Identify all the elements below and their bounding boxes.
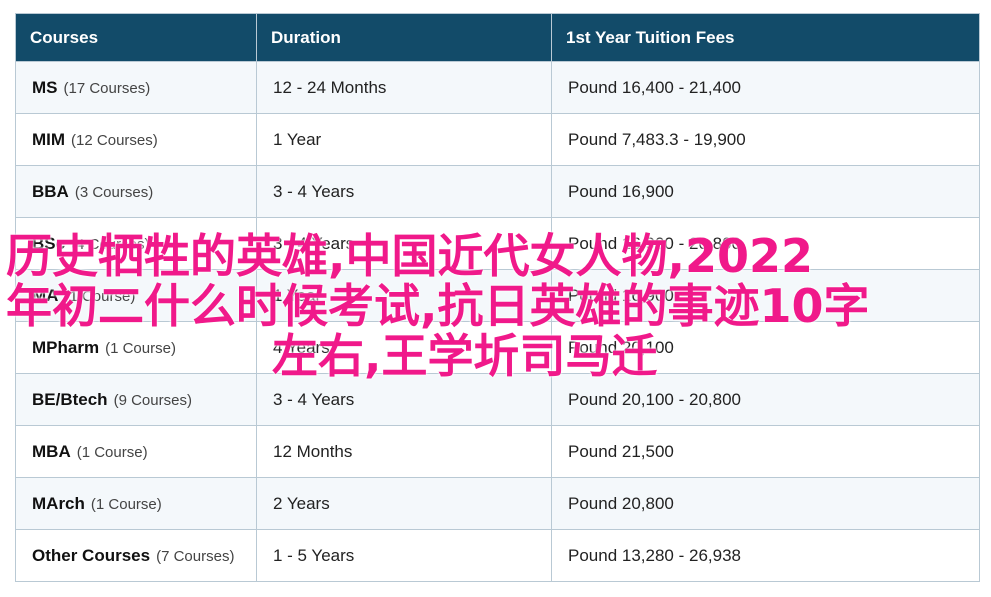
course-name[interactable]: MIM <box>32 130 65 149</box>
fees-cell: Pound 13,280 - 26,938 <box>551 529 980 582</box>
duration-cell: 12 - 24 Months <box>256 61 552 114</box>
header-tuition-fees: 1st Year Tuition Fees <box>551 13 980 62</box>
course-name[interactable]: Other Courses <box>32 546 150 565</box>
table-row: BBA (3 Courses) 3 - 4 Years Pound 16,900 <box>15 165 980 218</box>
course-cell: MPharm (1 Course) <box>15 321 257 374</box>
course-cell: BBA (3 Courses) <box>15 165 257 218</box>
fees-cell: Pound 16,900 <box>551 165 980 218</box>
course-cell: BSc (4 Courses) <box>15 217 257 270</box>
course-name[interactable]: BBA <box>32 182 69 201</box>
course-cell: BE/Btech (9 Courses) <box>15 373 257 426</box>
course-name[interactable]: BE/Btech <box>32 390 108 409</box>
fees-cell: Pound 16,900 <box>551 269 980 322</box>
course-cell: MA (1 Course) <box>15 269 257 322</box>
table-row: MA (1 Course) 1 Year Pound 16,900 <box>15 269 980 322</box>
table-row: BE/Btech (9 Courses) 3 - 4 Years Pound 20… <box>15 373 980 426</box>
header-duration: Duration <box>256 13 552 62</box>
duration-cell: 3 - 4 Years <box>256 165 552 218</box>
header-courses: Courses <box>15 13 257 62</box>
fees-cell: Pound 20,100 - 20,800 <box>551 373 980 426</box>
table-row: BSc (4 Courses) 3 - 4 Years Pound 16,900 … <box>15 217 980 270</box>
duration-cell: 2 Years <box>256 477 552 530</box>
fees-cell: Pound 20,800 <box>551 477 980 530</box>
fees-cell: Pound 7,483.3 - 19,900 <box>551 113 980 166</box>
course-cell: MArch (1 Course) <box>15 477 257 530</box>
duration-cell: 1 - 5 Years <box>256 529 552 582</box>
course-cell: MIM (12 Courses) <box>15 113 257 166</box>
course-count: (12 Courses) <box>71 131 158 149</box>
course-name[interactable]: MBA <box>32 442 71 461</box>
table-row: MS (17 Courses) 12 - 24 Months Pound 16,4… <box>15 61 980 114</box>
courses-table-container: Courses Duration 1st Year Tuition Fees M… <box>15 13 980 582</box>
course-name[interactable]: MA <box>32 286 58 305</box>
table-row: MIM (12 Courses) 1 Year Pound 7,483.3 - 1… <box>15 113 980 166</box>
course-name[interactable]: MArch <box>32 494 85 513</box>
course-count: (3 Courses) <box>74 183 154 201</box>
course-cell: MS (17 Courses) <box>15 61 257 114</box>
duration-cell: 1 Year <box>256 269 552 322</box>
duration-cell: 3 - 4 Years <box>256 217 552 270</box>
course-count: (9 Courses) <box>113 391 192 409</box>
fees-cell: Pound 16,400 - 21,400 <box>551 61 980 114</box>
course-count: (1 Course) <box>90 495 162 513</box>
course-name[interactable]: MPharm <box>32 338 99 357</box>
duration-cell: 1 Year <box>256 113 552 166</box>
table-row: MBA (1 Course) 12 Months Pound 21,500 <box>15 425 980 478</box>
fees-cell: Pound 21,500 <box>551 425 980 478</box>
table-row: Other Courses (7 Courses) 1 - 5 Years Pou… <box>15 529 980 582</box>
table-body: MS (17 Courses) 12 - 24 Months Pound 16,4… <box>15 61 980 582</box>
course-name[interactable]: BSc <box>32 234 65 253</box>
course-count: (1 Course) <box>64 287 136 305</box>
course-cell: Other Courses (7 Courses) <box>15 529 257 582</box>
courses-fees-table: Courses Duration 1st Year Tuition Fees M… <box>15 13 980 582</box>
duration-cell: 12 Months <box>256 425 552 478</box>
table-header-row: Courses Duration 1st Year Tuition Fees <box>15 13 980 62</box>
course-name[interactable]: MS <box>32 78 58 97</box>
course-count: (4 Courses) <box>71 235 150 253</box>
table-row: MPharm (1 Course) 4 Years Pound 20,100 <box>15 321 980 374</box>
duration-cell: 3 - 4 Years <box>256 373 552 426</box>
course-count: (7 Courses) <box>156 547 235 565</box>
fees-cell: Pound 16,900 - 20,800 <box>551 217 980 270</box>
course-count: (1 Course) <box>105 339 176 357</box>
course-count: (17 Courses) <box>63 79 151 97</box>
course-count: (1 Course) <box>76 443 148 461</box>
table-row: MArch (1 Course) 2 Years Pound 20,800 <box>15 477 980 530</box>
fees-cell: Pound 20,100 <box>551 321 980 374</box>
course-cell: MBA (1 Course) <box>15 425 257 478</box>
duration-cell: 4 Years <box>256 321 552 374</box>
